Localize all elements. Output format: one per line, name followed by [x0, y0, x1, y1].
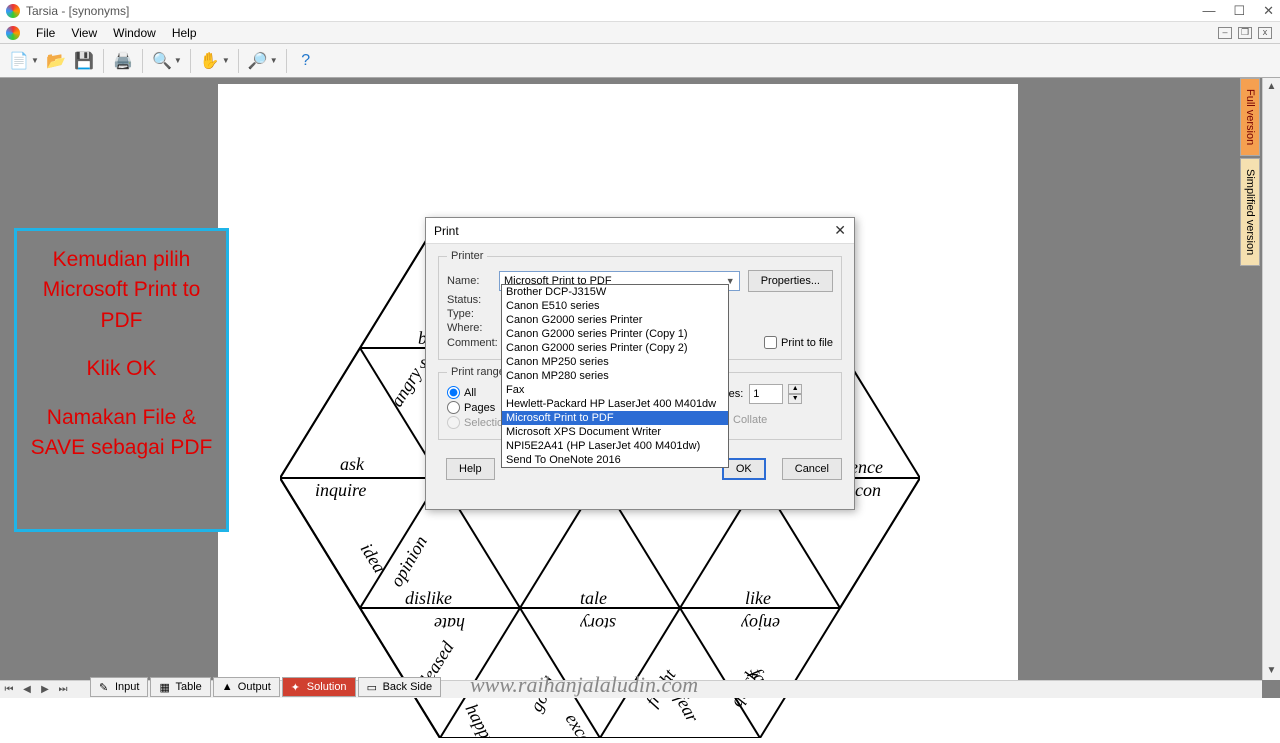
- doc-icon: [6, 26, 20, 40]
- vertical-scrollbar[interactable]: ▲ ▼: [1262, 78, 1280, 680]
- maximize-icon[interactable]: ☐: [1233, 3, 1245, 19]
- menubar: File View Window Help – ❐ x: [0, 22, 1280, 44]
- backside-icon: ▭: [367, 681, 379, 693]
- svg-text:inquire: inquire: [315, 480, 366, 500]
- last-page-icon[interactable]: ⏭: [54, 684, 72, 695]
- hand-icon[interactable]: ✋: [197, 48, 223, 74]
- printer-option[interactable]: Hewlett-Packard HP LaserJet 400 M401dw: [502, 397, 728, 411]
- mdi-controls: – ❐ x: [1218, 27, 1276, 39]
- menu-help[interactable]: Help: [164, 24, 205, 42]
- toolbar: 📄▼ 📂 💾 🖨️ 🔍▼ ✋▼ 🔎▼ ?: [0, 44, 1280, 78]
- open-icon[interactable]: 📂: [43, 48, 69, 74]
- scroll-up-icon[interactable]: ▲: [1263, 78, 1280, 96]
- callout-line-2: Klik OK: [21, 354, 222, 384]
- menu-view[interactable]: View: [63, 24, 105, 42]
- printer-option[interactable]: Microsoft Print to PDF: [502, 411, 728, 425]
- tab-input[interactable]: ✎Input: [90, 677, 148, 697]
- printer-option[interactable]: Canon MP280 series: [502, 369, 728, 383]
- help-icon[interactable]: ?: [293, 48, 319, 74]
- printer-option[interactable]: Microsoft XPS Document Writer: [502, 425, 728, 439]
- input-icon: ✎: [99, 681, 111, 693]
- name-label: Name:: [447, 275, 499, 287]
- minimize-icon[interactable]: —: [1202, 3, 1215, 19]
- new-icon[interactable]: 📄: [6, 48, 32, 74]
- svg-text:ask: ask: [340, 454, 365, 474]
- tab-backside[interactable]: ▭Back Side: [358, 677, 442, 697]
- tab-solution[interactable]: ✦Solution: [282, 677, 356, 697]
- mdi-restore-icon[interactable]: ❐: [1238, 27, 1252, 39]
- comment-label: Comment:: [447, 337, 499, 349]
- range-selection-radio: [447, 416, 460, 429]
- table-icon: ▦: [159, 681, 171, 693]
- mdi-minimize-icon[interactable]: –: [1218, 27, 1232, 39]
- scroll-down-icon[interactable]: ▼: [1263, 662, 1280, 680]
- dialog-titlebar: Print ✕: [426, 218, 854, 244]
- next-page-icon[interactable]: ▶: [36, 684, 54, 695]
- print-icon[interactable]: 🖨️: [110, 48, 136, 74]
- printer-option[interactable]: Canon MP250 series: [502, 355, 728, 369]
- svg-text:enjoy: enjoy: [741, 614, 780, 634]
- print-to-file-checkbox[interactable]: [764, 336, 777, 349]
- tab-full-version[interactable]: Full version: [1240, 78, 1260, 156]
- side-tabs: Full version Simplified version: [1240, 78, 1262, 268]
- tab-table[interactable]: ▦Table: [150, 677, 210, 697]
- spin-up-icon[interactable]: ▲: [788, 384, 802, 394]
- type-label: Type:: [447, 308, 499, 320]
- copies-input[interactable]: 1: [749, 384, 783, 404]
- svg-text:excellent: excellent: [562, 710, 613, 738]
- solution-icon: ✦: [291, 681, 303, 693]
- printer-dropdown-list[interactable]: Brother DCP-J315WCanon E510 seriesCanon …: [501, 284, 729, 468]
- app-icon: [6, 4, 20, 18]
- printer-option[interactable]: Brother DCP-J315W: [502, 285, 728, 299]
- window-titlebar: Tarsia - [synonyms] — ☐ ✕: [0, 0, 1280, 22]
- window-title: Tarsia - [synonyms]: [26, 4, 129, 18]
- callout-line-1: Kemudian pilih Microsoft Print to PDF: [21, 245, 222, 336]
- watermark: www.raihanjalaludin.com: [470, 672, 698, 698]
- properties-button[interactable]: Properties...: [748, 270, 833, 292]
- printer-option[interactable]: Canon G2000 series Printer: [502, 313, 728, 327]
- close-icon[interactable]: ✕: [1263, 3, 1274, 19]
- view-tabs: ✎Input ▦Table ▲Output ✦Solution ▭Back Si…: [90, 676, 441, 698]
- printer-option[interactable]: Canon G2000 series Printer (Copy 2): [502, 341, 728, 355]
- cancel-button[interactable]: Cancel: [782, 458, 842, 480]
- printer-option[interactable]: Canon G2000 series Printer (Copy 1): [502, 327, 728, 341]
- menu-file[interactable]: File: [28, 24, 63, 42]
- instruction-callout: Kemudian pilih Microsoft Print to PDF Kl…: [14, 228, 229, 532]
- dialog-close-icon[interactable]: ✕: [834, 222, 846, 239]
- zoom-icon[interactable]: 🔍: [149, 48, 175, 74]
- help-button[interactable]: Help: [446, 458, 495, 480]
- where-label: Where:: [447, 322, 499, 334]
- printer-option[interactable]: NPI5E2A41 (HP LaserJet 400 M401dw): [502, 439, 728, 453]
- svg-text:story: story: [580, 614, 616, 634]
- svg-text:idea: idea: [357, 540, 390, 577]
- print-to-file-label: Print to file: [781, 337, 833, 349]
- svg-text:tale: tale: [580, 588, 607, 608]
- spin-down-icon[interactable]: ▼: [788, 394, 802, 404]
- first-page-icon[interactable]: ⏮: [0, 684, 18, 695]
- tab-output[interactable]: ▲Output: [213, 677, 280, 697]
- svg-text:happy: happy: [461, 700, 499, 738]
- dialog-title: Print: [434, 224, 459, 238]
- output-icon: ▲: [222, 681, 234, 693]
- mdi-close-icon[interactable]: x: [1258, 27, 1272, 39]
- tab-simplified-version[interactable]: Simplified version: [1240, 158, 1260, 266]
- svg-text:opinion: opinion: [386, 532, 431, 590]
- svg-text:like: like: [745, 588, 771, 608]
- save-icon[interactable]: 💾: [71, 48, 97, 74]
- printer-option[interactable]: Fax: [502, 383, 728, 397]
- prev-page-icon[interactable]: ◀: [18, 684, 36, 695]
- menu-window[interactable]: Window: [105, 24, 164, 42]
- svg-text:hate: hate: [434, 614, 465, 634]
- callout-line-3: Namakan File & SAVE sebagai PDF: [21, 403, 222, 464]
- range-pages-radio[interactable]: [447, 401, 460, 414]
- range-all-radio[interactable]: [447, 386, 460, 399]
- svg-text:dislike: dislike: [405, 588, 452, 608]
- status-label: Status:: [447, 294, 499, 306]
- printer-option[interactable]: Canon E510 series: [502, 299, 728, 313]
- svg-text:angry: angry: [386, 364, 425, 410]
- printer-option[interactable]: Send To OneNote 2016: [502, 453, 728, 467]
- svg-text:con: con: [855, 480, 881, 500]
- magnify-icon[interactable]: 🔎: [245, 48, 271, 74]
